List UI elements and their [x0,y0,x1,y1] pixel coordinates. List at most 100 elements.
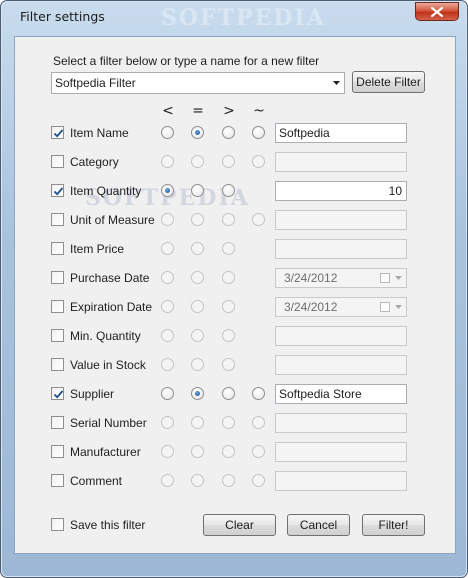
radio-min-quantity-less[interactable] [161,329,174,342]
input-supplier[interactable]: Softpedia Store [275,384,407,404]
close-button[interactable] [415,2,459,21]
close-icon [431,6,443,17]
radio-manufacturer-equal[interactable] [191,445,204,458]
checkbox-supplier[interactable] [51,387,64,400]
radio-item-price-greater[interactable] [222,242,235,255]
filter-select-value: Softpedia Filter [55,76,136,90]
radio-expiration-date-less[interactable] [161,300,174,313]
filter-row-unit-of-measure: Unit of Measure [15,210,455,230]
radio-comment-equal[interactable] [191,474,204,487]
clear-button[interactable]: Clear [203,514,276,536]
radio-item-quantity-greater[interactable] [222,184,235,197]
label-serial-number: Serial Number [70,416,147,430]
radio-purchase-date-greater[interactable] [222,271,235,284]
checkbox-serial-number[interactable] [51,416,64,429]
dialog-client: Select a filter below or type a name for… [14,36,456,554]
radio-item-quantity-less[interactable] [161,184,174,197]
radio-serial-number-less[interactable] [161,416,174,429]
radio-item-price-equal[interactable] [191,242,204,255]
radio-value-in-stock-less[interactable] [161,358,174,371]
radio-serial-number-like[interactable] [252,416,265,429]
label-unit-of-measure: Unit of Measure [70,213,155,227]
filter-row-min-quantity: Min. Quantity [15,326,455,346]
check-icon [53,129,64,138]
radio-supplier-like[interactable] [252,387,265,400]
radio-item-name-less[interactable] [161,126,174,139]
instruction-text: Select a filter below or type a name for… [53,54,320,68]
label-item-quantity: Item Quantity [70,184,142,198]
radio-expiration-date-greater[interactable] [222,300,235,313]
radio-supplier-greater[interactable] [222,387,235,400]
cancel-button[interactable]: Cancel [287,514,350,536]
label-min-quantity: Min. Quantity [70,329,141,343]
radio-manufacturer-like[interactable] [252,445,265,458]
input-min-quantity[interactable] [275,326,407,346]
radio-unit-of-measure-less[interactable] [161,213,174,226]
checkbox-category[interactable] [51,155,64,168]
radio-unit-of-measure-greater[interactable] [222,213,235,226]
input-item-name[interactable]: Softpedia [275,123,407,143]
input-item-quantity[interactable]: 10 [275,181,407,201]
radio-min-quantity-greater[interactable] [222,329,235,342]
checkbox-unit-of-measure[interactable] [51,213,64,226]
radio-category-greater[interactable] [222,155,235,168]
radio-purchase-date-equal[interactable] [191,271,204,284]
checkbox-value-in-stock[interactable] [51,358,64,371]
radio-comment-like[interactable] [252,474,265,487]
input-unit-of-measure[interactable] [275,210,407,230]
radio-expiration-date-equal[interactable] [191,300,204,313]
radio-item-name-equal[interactable] [191,126,204,139]
date-picker-purchase-date[interactable]: 3/24/2012 [275,268,407,288]
radio-serial-number-greater[interactable] [222,416,235,429]
radio-supplier-equal[interactable] [191,387,204,400]
radio-purchase-date-less[interactable] [161,271,174,284]
filter-row-item-quantity: Item Quantity 10 [15,181,455,201]
radio-serial-number-equal[interactable] [191,416,204,429]
checkbox-purchase-date[interactable] [51,271,64,284]
input-comment[interactable] [275,471,407,491]
radio-category-like[interactable] [252,155,265,168]
save-filter-label: Save this filter [70,518,146,532]
input-serial-number[interactable] [275,413,407,433]
calendar-icon [380,302,390,312]
input-item-price[interactable] [275,239,407,259]
radio-comment-less[interactable] [161,474,174,487]
radio-unit-of-measure-equal[interactable] [191,213,204,226]
checkbox-expiration-date[interactable] [51,300,64,313]
radio-category-equal[interactable] [191,155,204,168]
input-category[interactable] [275,152,407,172]
checkbox-comment[interactable] [51,474,64,487]
filter-row-value-in-stock: Value in Stock [15,355,455,375]
radio-item-name-like[interactable] [252,126,265,139]
label-category: Category [70,155,119,169]
checkbox-item-name[interactable] [51,126,64,139]
radio-comment-greater[interactable] [222,474,235,487]
label-item-price: Item Price [70,242,125,256]
radio-value-in-stock-greater[interactable] [222,358,235,371]
input-manufacturer[interactable] [275,442,407,462]
label-value-in-stock: Value in Stock [70,358,146,372]
radio-item-price-less[interactable] [161,242,174,255]
radio-unit-of-measure-like[interactable] [252,213,265,226]
op-header-greater: > [223,103,235,119]
title-bar[interactable]: Filter settings SOFTPEDIA [1,1,467,31]
filter-button[interactable]: Filter! [362,514,425,536]
checkbox-manufacturer[interactable] [51,445,64,458]
radio-value-in-stock-equal[interactable] [191,358,204,371]
input-value-in-stock[interactable] [275,355,407,375]
save-filter-checkbox[interactable] [51,518,64,531]
checkbox-item-quantity[interactable] [51,184,64,197]
checkbox-min-quantity[interactable] [51,329,64,342]
filter-select[interactable]: Softpedia Filter [51,72,345,94]
delete-filter-button[interactable]: Delete Filter [352,71,425,93]
radio-item-name-greater[interactable] [222,126,235,139]
radio-item-quantity-equal[interactable] [191,184,204,197]
radio-manufacturer-less[interactable] [161,445,174,458]
radio-supplier-less[interactable] [161,387,174,400]
filter-row-item-name: Item Name Softpedia [15,123,455,143]
radio-min-quantity-equal[interactable] [191,329,204,342]
radio-category-less[interactable] [161,155,174,168]
checkbox-item-price[interactable] [51,242,64,255]
date-picker-expiration-date[interactable]: 3/24/2012 [275,297,407,317]
radio-manufacturer-greater[interactable] [222,445,235,458]
